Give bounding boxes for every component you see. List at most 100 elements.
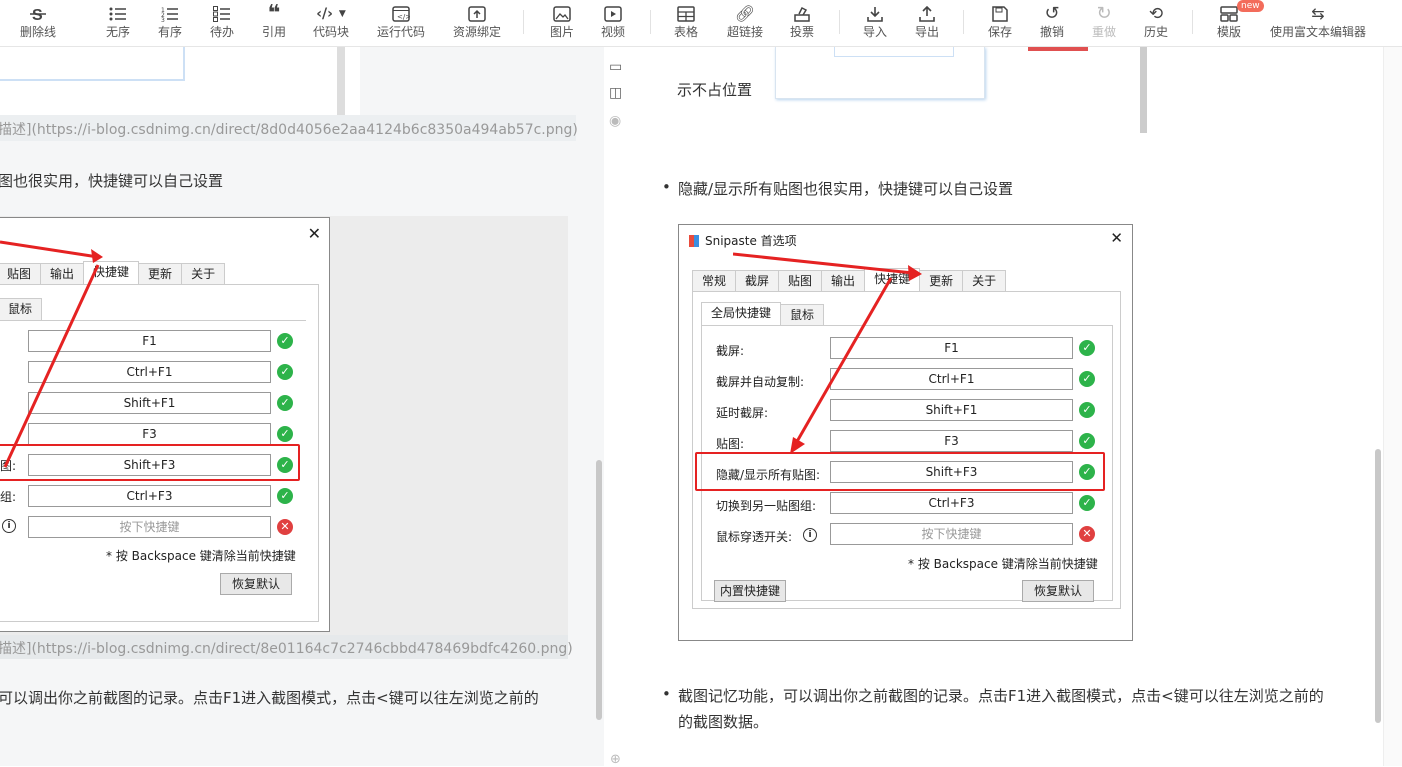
preview-eye-icon[interactable]: ◉ — [609, 113, 621, 129]
paragraph-text: 示不占位置 — [677, 81, 753, 99]
toolbar-label: 导入 — [863, 25, 888, 39]
link-button[interactable]: 🔗︎ 超链接 — [727, 0, 763, 46]
new-badge: new — [1237, 0, 1264, 12]
tab: 常规 — [692, 270, 737, 292]
close-icon: ✕ — [1110, 229, 1123, 247]
toolbar-label: 代码块 — [313, 25, 350, 39]
image-button[interactable]: 图片 — [550, 0, 574, 46]
markdown-editor-pane[interactable]: 描述](https://i-blog.csdnimg.cn/direct/8d0… — [0, 47, 604, 766]
toolbar-divider — [1192, 10, 1193, 34]
toolbar-label: 超链接 — [727, 25, 764, 39]
check-icon: ✓ — [277, 395, 293, 411]
run-code-button[interactable]: </> 运行代码 — [377, 0, 425, 46]
split-view-icon[interactable]: ◫ — [609, 85, 622, 101]
scrollbar[interactable] — [1375, 449, 1381, 723]
unordered-list-button[interactable]: 无序 — [106, 0, 130, 46]
switch-editor-icon: ⇆ — [1311, 4, 1325, 23]
image-link-text[interactable]: 描述](https://i-blog.csdnimg.cn/direct/8e0… — [0, 638, 573, 658]
undo-icon: ↺ — [1044, 3, 1060, 24]
video-icon — [604, 0, 622, 25]
toolbar-label: 视频 — [601, 25, 626, 39]
check-icon: ✓ — [277, 426, 293, 442]
toolbar-label: 模版 — [1217, 25, 1242, 39]
vote-icon — [793, 0, 811, 25]
toolbar-label: 表格 — [674, 25, 699, 39]
image-preview — [0, 47, 360, 116]
sync-scroll-icon[interactable]: ⊕ — [610, 752, 621, 767]
undo-button[interactable]: ↺ 撤销 — [1040, 0, 1064, 46]
hotkey-field: Ctrl+F3 — [28, 485, 271, 507]
toolbar-label: 运行代码 — [377, 25, 426, 39]
tab: 关于 — [181, 263, 226, 285]
hotkey-label: 鼠标穿透开关: — [716, 530, 793, 544]
preview-pane: 示不占位置 隐藏/显示所有贴图也很实用，快捷键可以自己设置 Snipaste 首… — [633, 47, 1402, 766]
toolbar-label: 保存 — [988, 25, 1013, 39]
todo-list-button[interactable]: 待办 — [210, 0, 234, 46]
template-button[interactable]: 模版 new — [1217, 0, 1264, 46]
hotkey-field: 按下快捷键 — [28, 516, 271, 538]
check-icon: ✓ — [1079, 340, 1095, 356]
check-icon: ✓ — [1079, 371, 1095, 387]
red-arrows — [733, 252, 922, 454]
hotkey-label: 切换到另一贴图组: — [716, 499, 817, 513]
scrollbar[interactable] — [596, 460, 602, 720]
list-item: 截图记忆功能，可以调出你之前截图的记录。点击F1进入截图模式，点击<键可以往左浏… — [662, 685, 1324, 706]
check-icon: ✓ — [1079, 433, 1095, 449]
strikethrough-icon: S — [30, 0, 46, 25]
scrollbar-track[interactable] — [1383, 47, 1402, 766]
ordered-list-button[interactable]: 123 有序 — [158, 0, 182, 46]
switch-editor-button[interactable]: ⇆ 使用富文本编辑器 — [1270, 0, 1366, 46]
check-icon: ✓ — [277, 333, 293, 349]
hint-text: * 按 Backspace 键清除当前快捷键 — [106, 549, 296, 563]
hint-text: * 按 Backspace 键清除当前快捷键 — [908, 557, 1098, 571]
builtin-hotkeys-button: 内置快捷键 — [714, 580, 786, 602]
toolbar-divider — [523, 10, 524, 34]
single-column-icon[interactable]: ▭ — [609, 59, 622, 75]
toolbar-label: 待办 — [210, 25, 235, 39]
image-preview-fragment — [1028, 47, 1088, 51]
todo-list-icon — [213, 0, 231, 25]
image-icon — [553, 0, 571, 25]
resource-bind-icon — [468, 0, 486, 25]
table-button[interactable]: 表格 — [674, 0, 698, 46]
export-button[interactable]: 导出 — [915, 0, 939, 46]
check-icon: ✓ — [1079, 495, 1095, 511]
close-icon: ✕ — [307, 224, 321, 243]
editor-toolbar: S 删除线 无序 123 有序 待办 ❝ 引用 ‹/› ▼ 代码块 </> 运行代… — [0, 0, 1402, 47]
toolbar-divider — [650, 10, 651, 34]
svg-text:</>: </> — [397, 13, 410, 21]
tab: 更新 — [138, 263, 183, 285]
quote-button[interactable]: ❝ 引用 — [262, 0, 286, 46]
save-button[interactable]: 保存 — [988, 0, 1012, 46]
paragraph-text: 可以调出你之前截图的记录。点击F1进入截图模式，点击<键可以往左浏览之前的 — [0, 689, 539, 707]
image-link-text[interactable]: 描述](https://i-blog.csdnimg.cn/direct/8d0… — [0, 119, 578, 139]
import-button[interactable]: 导入 — [863, 0, 887, 46]
error-icon: ✕ — [1079, 526, 1095, 542]
redo-button[interactable]: ↻ 重做 — [1092, 0, 1116, 46]
history-button[interactable]: ⟲ 历史 — [1144, 0, 1168, 46]
history-icon: ⟲ — [1148, 3, 1164, 24]
check-icon: ✓ — [277, 488, 293, 504]
restore-default-button: 恢复默认 — [1022, 580, 1094, 602]
toolbar-label: 无序 — [106, 25, 131, 39]
view-mode-strip: ▭ ◫ ◉ ⊕ — [604, 47, 633, 767]
svg-text:3: 3 — [161, 17, 165, 22]
toolbar-divider — [839, 10, 840, 34]
toolbar-label: 图片 — [550, 25, 575, 39]
video-button[interactable]: 视频 — [601, 0, 625, 46]
resource-bind-button[interactable]: 资源绑定 — [453, 0, 501, 46]
template-icon — [1220, 0, 1238, 25]
restore-default-button: 恢复默认 — [220, 573, 292, 595]
tab: 关于 — [962, 270, 1007, 292]
paragraph-text: 图也很实用，快捷键可以自己设置 — [0, 172, 224, 190]
code-block-button[interactable]: ‹/› ▼ 代码块 — [313, 0, 349, 46]
vote-button[interactable]: 投票 — [790, 0, 814, 46]
toolbar-label: 投票 — [790, 25, 815, 39]
hotkey-field: 按下快捷键 — [830, 523, 1073, 545]
snipaste-logo-icon — [689, 234, 699, 247]
unordered-list-icon — [109, 0, 127, 25]
info-icon: i — [2, 519, 16, 533]
error-icon: ✕ — [277, 519, 293, 535]
strikethrough-button[interactable]: S 删除线 — [20, 0, 56, 46]
run-code-icon: </> — [392, 0, 410, 25]
